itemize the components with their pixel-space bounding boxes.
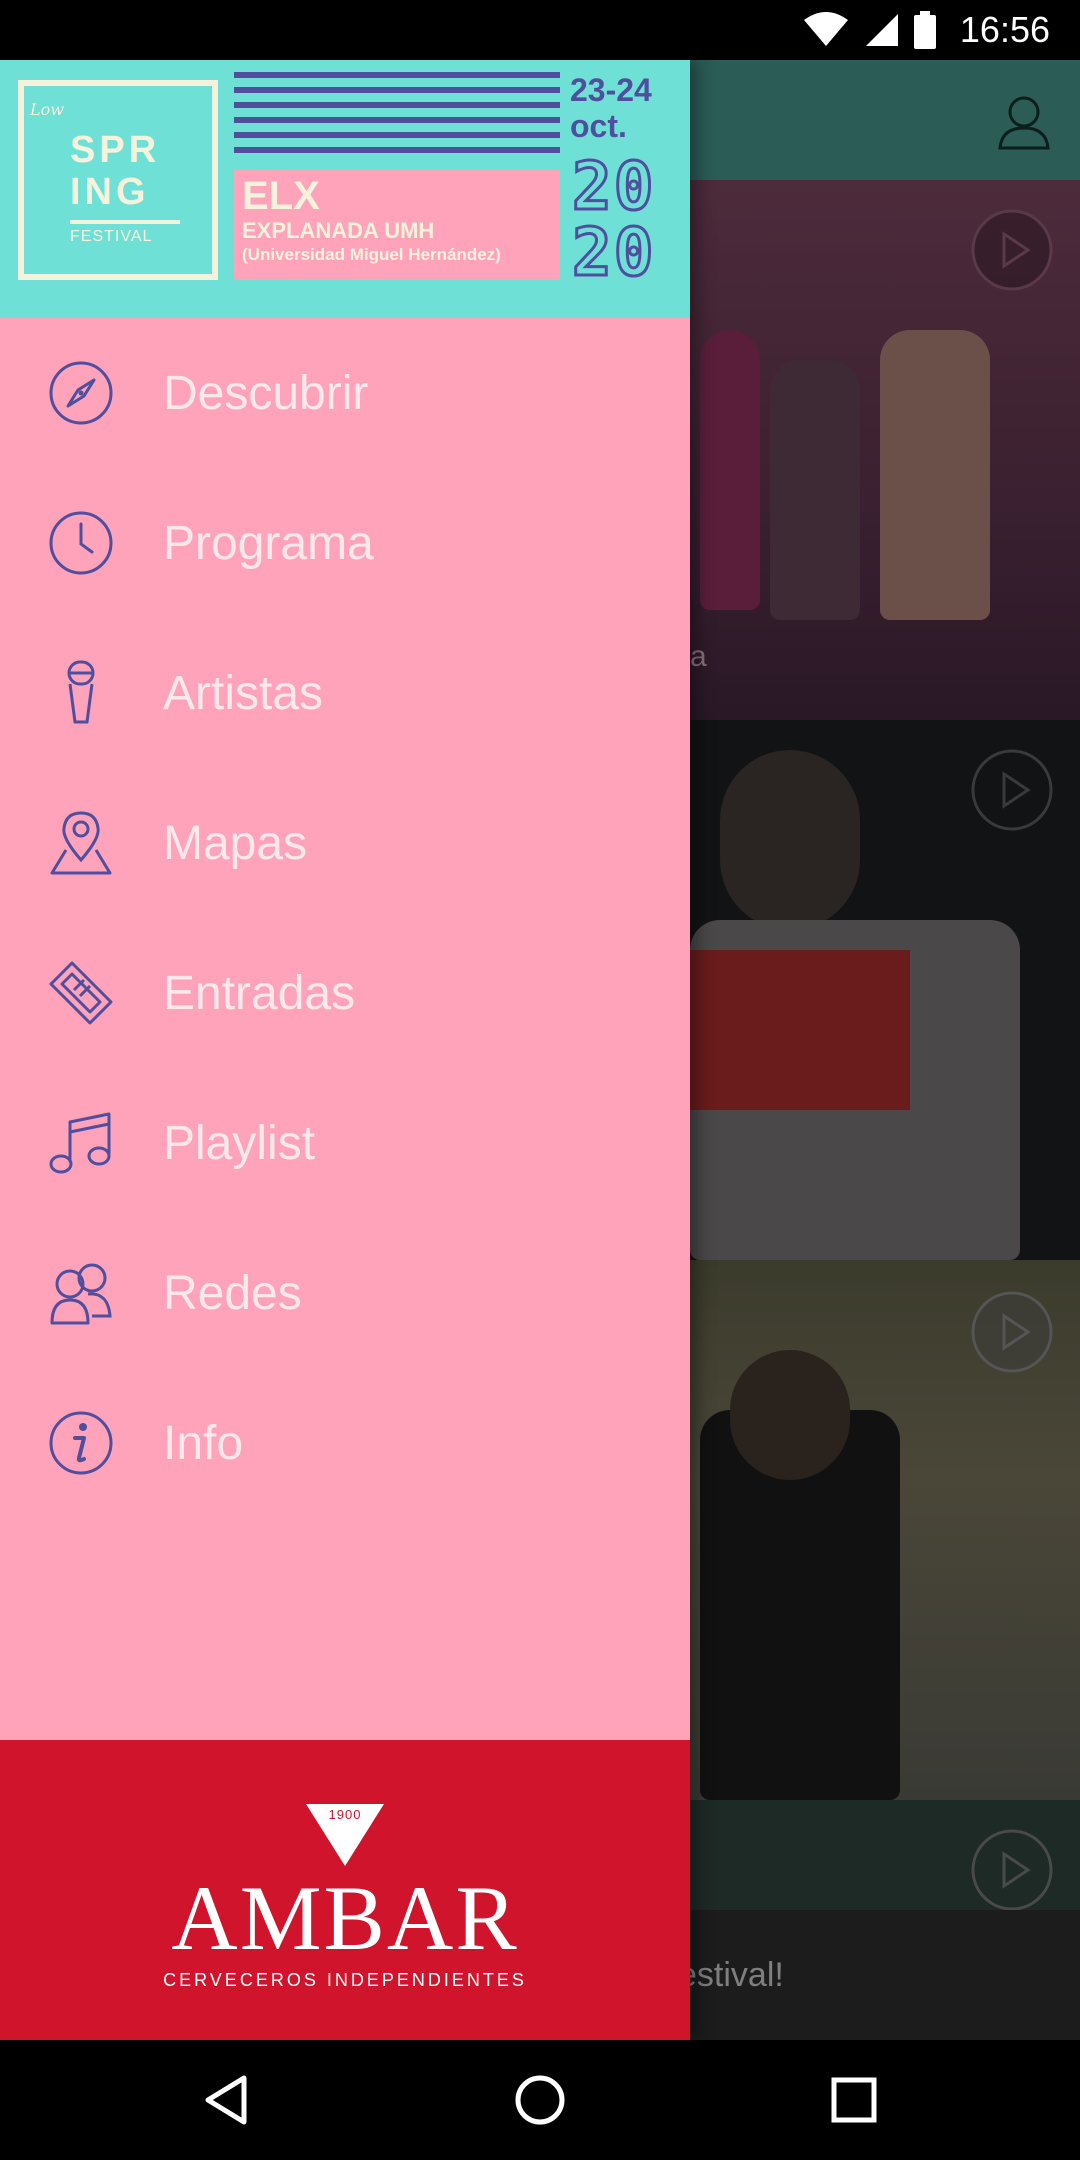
artist-caption: a <box>690 640 707 673</box>
map-pin-icon <box>50 811 112 875</box>
logo-ing-text: ING <box>70 171 150 213</box>
play-icon[interactable] <box>970 1290 1054 1374</box>
battery-icon <box>913 11 936 49</box>
sponsor-year: 1900 <box>329 1807 362 1822</box>
music-note-icon <box>49 1112 111 1174</box>
recents-icon[interactable] <box>824 2070 884 2130</box>
back-icon[interactable] <box>196 2070 256 2130</box>
menu-item-artistas[interactable]: Artistas <box>0 618 690 768</box>
venue-box: ELX EXPLANADA UMH (Universidad Miguel He… <box>234 170 560 280</box>
microphone-icon <box>67 660 95 724</box>
app-screen: 16:56 a estival! Low SPR ING FESTIVAL EL… <box>0 0 1080 2160</box>
venue-city: ELX <box>242 174 320 218</box>
sponsor-banner[interactable]: 1900 AMBAR CERVECEROS INDEPENDIENTES <box>0 1740 690 2040</box>
menu-item-descubrir[interactable]: Descubrir <box>0 318 690 468</box>
festival-days: 23-24 <box>570 72 652 108</box>
festival-header-banner: Low SPR ING FESTIVAL ELX EXPLANADA UMH (… <box>0 60 690 318</box>
sponsor-logo-icon: 1900 <box>306 1804 384 1866</box>
logo-low-text: Low <box>30 100 64 119</box>
menu-item-label: Descubrir <box>163 367 369 420</box>
logo-festival-text: FESTIVAL <box>70 220 180 246</box>
navigation-drawer: Low SPR ING FESTIVAL ELX EXPLANADA UMH (… <box>0 60 690 2040</box>
sponsor-name: AMBAR <box>171 1867 519 1969</box>
profile-icon[interactable] <box>994 92 1054 152</box>
festival-dates: 23-24 oct. <box>570 72 652 144</box>
menu-item-mapas[interactable]: Mapas <box>0 768 690 918</box>
menu-item-redes[interactable]: Redes <box>0 1218 690 1368</box>
logo-spr-text: SPR <box>70 129 161 171</box>
status-time: 16:56 <box>959 9 1050 50</box>
status-bar: 16:56 <box>0 0 1080 60</box>
sponsor-tagline: CERVECEROS INDEPENDIENTES <box>163 1970 527 1990</box>
venue-name: EXPLANADA UMH <box>242 218 435 243</box>
festival-year-bottom: 20 <box>570 214 656 291</box>
menu-item-programa[interactable]: Programa <box>0 468 690 618</box>
banner-text: estival! <box>678 1956 784 1994</box>
decorative-stripes <box>234 72 560 162</box>
venue-detail: (Universidad Miguel Hernández) <box>242 245 501 264</box>
clock-icon <box>49 511 113 575</box>
menu-item-label: Info <box>163 1417 244 1470</box>
festival-year-top: 20 <box>570 148 656 225</box>
ticket-icon <box>49 961 113 1025</box>
wifi-icon <box>803 12 848 46</box>
menu-item-label: Programa <box>163 517 374 570</box>
menu-item-label: Entradas <box>163 967 356 1020</box>
menu-item-label: Artistas <box>163 667 324 720</box>
menu-item-playlist[interactable]: Playlist <box>0 1068 690 1218</box>
drawer-menu: Descubrir Programa Artistas Mapas Entrad… <box>0 318 690 1518</box>
info-icon <box>49 1411 113 1475</box>
compass-icon <box>49 361 113 425</box>
signal-icon <box>865 14 898 46</box>
menu-item-entradas[interactable]: Entradas <box>0 918 690 1068</box>
system-nav-bar <box>0 2040 1080 2160</box>
people-icon <box>50 1263 112 1325</box>
menu-item-label: Playlist <box>163 1117 316 1170</box>
play-icon[interactable] <box>970 208 1054 292</box>
play-icon[interactable] <box>970 748 1054 832</box>
menu-item-info[interactable]: Info <box>0 1368 690 1518</box>
play-icon[interactable] <box>970 1828 1054 1912</box>
menu-item-label: Redes <box>163 1267 302 1320</box>
home-icon[interactable] <box>510 2070 570 2130</box>
festival-month: oct. <box>570 108 627 144</box>
menu-item-label: Mapas <box>163 817 308 870</box>
